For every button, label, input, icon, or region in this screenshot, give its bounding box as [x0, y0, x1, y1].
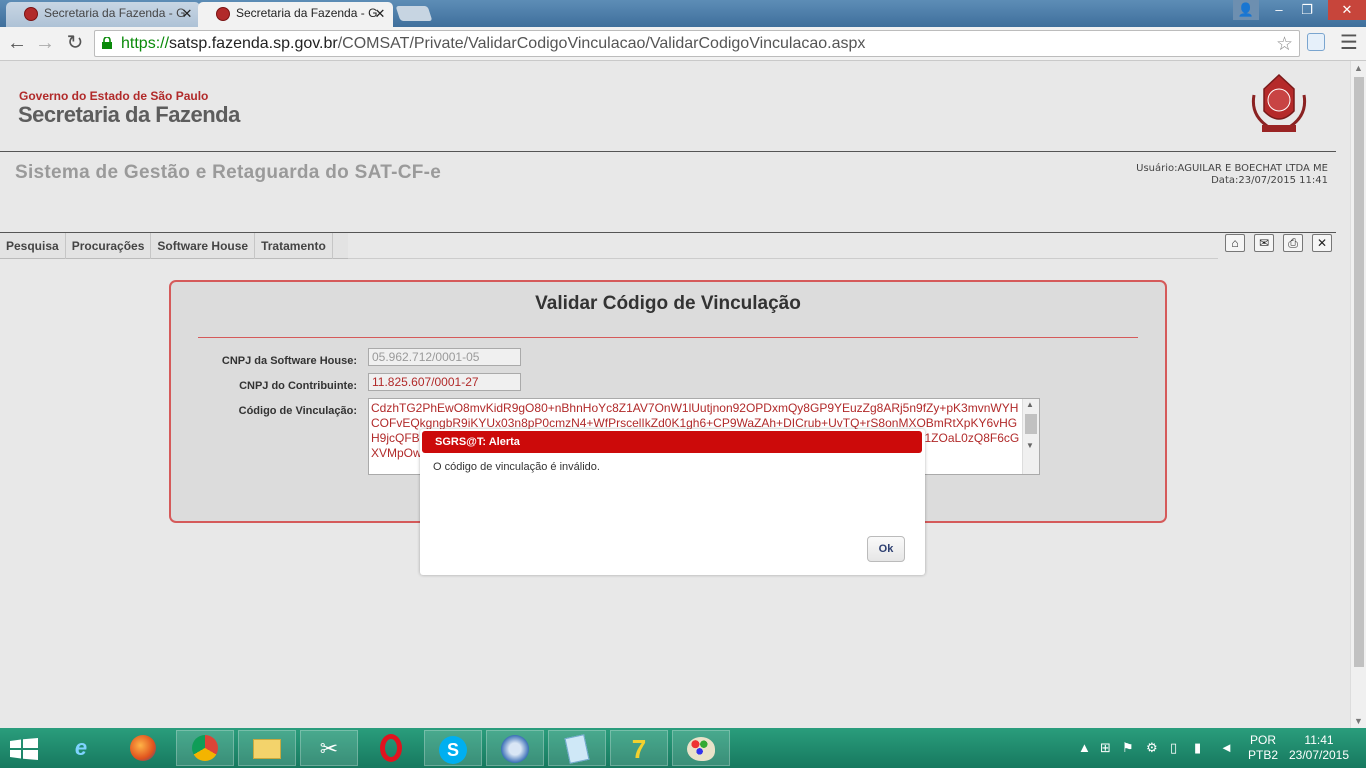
forward-arrow-icon[interactable]: → [33, 32, 57, 56]
lang-top: POR [1250, 733, 1277, 747]
cnpj-software-house-field[interactable]: 05.962.712/0001-05 [368, 348, 521, 366]
file-explorer-icon[interactable] [238, 730, 296, 766]
browser-toolbar: ← → ↻ https://satsp.fazenda.sp.gov.br/CO… [0, 27, 1366, 61]
url-path: /COMSAT/Private/ValidarCodigoVinculacao/… [337, 35, 866, 52]
tab-title: Secretaria da Fazenda - G [44, 6, 186, 20]
network-icon[interactable]: ▮ [1194, 740, 1201, 756]
menu-item-tratamento[interactable]: Tratamento [255, 233, 333, 259]
scroll-down-icon[interactable]: ▼ [1354, 716, 1363, 726]
internet-explorer-icon[interactable]: e [52, 730, 110, 766]
new-tab-button[interactable] [395, 6, 433, 21]
reload-icon[interactable]: ↻ [63, 32, 87, 56]
web-page: Governo do Estado de São Paulo Secretari… [0, 61, 1350, 728]
menu-item-software-house[interactable]: Software House [151, 233, 256, 259]
battery-icon[interactable]: ▯ [1170, 740, 1177, 756]
form-title: Validar Código de Vinculação [535, 293, 801, 314]
alert-title: SGRS@T: Alerta [422, 431, 922, 453]
menu-item-pesquisa[interactable]: Pesquisa [0, 233, 66, 259]
extension-icon[interactable] [1307, 33, 1325, 51]
windows-start-icon[interactable] [10, 738, 38, 760]
lock-icon [102, 37, 112, 49]
url-scheme: https:// [121, 35, 170, 52]
print-icon[interactable]: ⎙ [1283, 234, 1303, 252]
page-scroll-thumb[interactable] [1354, 77, 1364, 667]
minimize-button[interactable]: – [1265, 0, 1293, 20]
lang-bottom: PTB2 [1248, 748, 1279, 762]
browser-menu-icon[interactable]: ☰ [1340, 30, 1358, 55]
system-tray: ▲ ⊞ ⚑ ⚙ ▯ ▮ ◄ POR PTB2 11:41 23/07/2015 [1076, 728, 1366, 768]
scroll-up-icon[interactable]: ▲ [1026, 400, 1034, 409]
opera-icon[interactable] [362, 730, 420, 766]
show-hidden-icons-icon[interactable]: ▲ [1078, 740, 1091, 755]
flag-icon[interactable]: ⚑ [1122, 740, 1134, 756]
close-icon[interactable]: ✕ [1312, 234, 1332, 252]
skype-icon[interactable]: S [424, 730, 482, 766]
cnpj-contribuinte-field[interactable]: 11.825.607/0001-27 [368, 373, 521, 391]
windows-icon[interactable]: ⊞ [1100, 740, 1111, 756]
alert-dialog: SGRS@T: Alerta O código de vinculação é … [420, 429, 925, 575]
user-name: Usuário:AGUILAR E BOECHAT LTDA ME [1136, 163, 1328, 174]
codigo-vinculacao-label: Código de Vinculação: [238, 405, 357, 417]
firefox-icon[interactable] [114, 730, 172, 766]
browser-tab-1[interactable]: Secretaria da Fazenda - G ✕ [6, 2, 200, 27]
browser-tab-2[interactable]: Secretaria da Fazenda - G ✕ [198, 2, 393, 27]
restore-button[interactable]: ❐ [1293, 0, 1321, 20]
thunderbird-icon[interactable] [486, 730, 544, 766]
form-divider [198, 337, 1138, 338]
site-title: Secretaria da Fazenda [18, 102, 240, 127]
chrome-icon[interactable] [176, 730, 234, 766]
header-divider [0, 151, 1336, 152]
windows-taskbar: e ✂ S 7 ▲ ⊞ ⚑ ⚙ ▯ ▮ ◄ POR PTB2 11:41 23/… [0, 728, 1366, 768]
ok-button[interactable]: Ok [867, 536, 905, 562]
address-bar[interactable]: https://satsp.fazenda.sp.gov.br/COMSAT/P… [94, 30, 1300, 57]
paint-icon[interactable] [672, 730, 730, 766]
user-info: Usuário:AGUILAR E BOECHAT LTDA ME Data:2… [1136, 163, 1328, 187]
mail-icon[interactable]: ✉ [1254, 234, 1274, 252]
sp-favicon-icon [216, 7, 230, 21]
scroll-up-icon[interactable]: ▲ [1354, 63, 1363, 73]
close-tab-icon[interactable]: ✕ [180, 2, 194, 25]
notepad-icon[interactable] [548, 730, 606, 766]
cnpj-contribuinte-label: CNPJ do Contribuinte: [239, 380, 357, 392]
back-arrow-icon[interactable]: ← [5, 32, 29, 56]
url-host: satsp.fazenda.sp.gov.br [169, 35, 338, 52]
bookmark-star-icon[interactable]: ☆ [1276, 32, 1293, 56]
browser-tabstrip: Secretaria da Fazenda - G ✕ Secretaria d… [0, 0, 1366, 27]
textarea-scrollbar[interactable]: ▲ ▼ [1022, 399, 1039, 474]
tools-icon[interactable]: ✂ [300, 730, 358, 766]
alert-message: O código de vinculação é inválido. [433, 461, 600, 473]
page-scrollbar[interactable]: ▲ ▼ [1350, 61, 1366, 728]
sp-coat-of-arms-icon [1251, 73, 1307, 132]
security-icon[interactable]: ⚙ [1146, 740, 1158, 756]
window-close-button[interactable]: ✕ [1328, 0, 1366, 20]
textarea-scroll-thumb[interactable] [1025, 414, 1037, 434]
volume-icon[interactable]: ◄ [1220, 740, 1233, 755]
sp-favicon-icon [24, 7, 38, 21]
scroll-down-icon[interactable]: ▼ [1026, 441, 1034, 450]
session-date: Data:23/07/2015 11:41 [1211, 175, 1328, 186]
home-icon[interactable]: ⌂ [1225, 234, 1245, 252]
input-language[interactable]: POR PTB2 [1248, 733, 1278, 763]
clock-date: 23/07/2015 [1288, 748, 1350, 762]
close-tab-icon[interactable]: ✕ [373, 2, 387, 25]
system-title: Sistema de Gestão e Retaguarda do SAT-CF… [15, 162, 442, 183]
taskbar-clock[interactable]: 11:41 23/07/2015 [1288, 733, 1350, 763]
tab-title: Secretaria da Fazenda - G [236, 6, 378, 20]
menu-item-procuracoes[interactable]: Procurações [66, 233, 152, 259]
main-menu: Pesquisa Procurações Software House Trat… [0, 233, 348, 259]
7zip-icon[interactable]: 7 [610, 730, 668, 766]
gov-subtitle: Governo do Estado de São Paulo [19, 89, 209, 103]
clock-time: 11:41 [1304, 733, 1334, 747]
cnpj-software-house-label: CNPJ da Software House: [221, 355, 357, 367]
profile-icon[interactable]: 👤 [1233, 0, 1259, 20]
